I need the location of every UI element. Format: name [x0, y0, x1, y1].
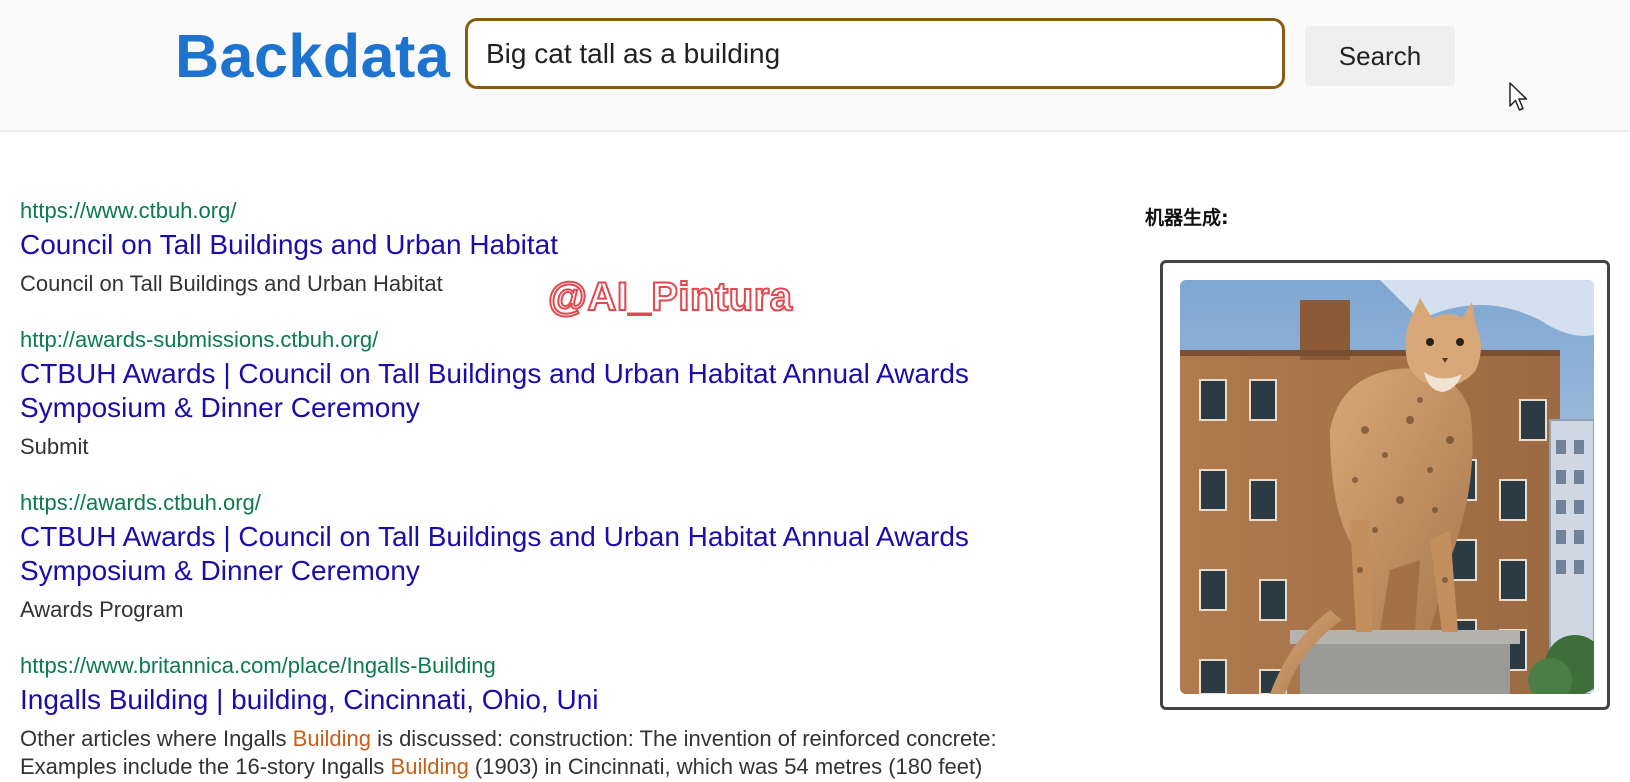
search-box[interactable] [465, 18, 1285, 89]
snippet-highlight: Building [292, 726, 371, 751]
result-title[interactable]: CTBUH Awards | Council on Tall Buildings… [20, 357, 1110, 425]
mouse-pointer-icon [1509, 82, 1528, 111]
search-input[interactable] [486, 21, 1266, 86]
result-url[interactable]: https://www.britannica.com/place/Ingalls… [20, 651, 1110, 681]
generated-image-panel [1160, 260, 1610, 710]
header-bar: Backdata Search [0, 0, 1630, 132]
snippet-text: is discussed: construction: The inventio… [370, 726, 997, 751]
watermark: @AI_Pintura [547, 274, 793, 320]
result-title-line: Symposium & Dinner Ceremony [20, 392, 420, 423]
result-item: https://www.britannica.com/place/Ingalls… [20, 651, 1110, 781]
snippet-text: (1903) in Cincinnati, which was 54 metre… [468, 754, 983, 779]
generated-cat-building-image[interactable] [1180, 280, 1594, 694]
result-title-line: CTBUH Awards | Council on Tall Buildings… [20, 521, 969, 552]
logo[interactable]: Backdata [175, 18, 450, 94]
result-title-line: CTBUH Awards | Council on Tall Buildings… [20, 358, 969, 389]
snippet-text: Examples include the 16-story Ingalls [20, 754, 391, 779]
result-title[interactable]: CTBUH Awards | Council on Tall Buildings… [20, 520, 1110, 588]
snippet-highlight: Building [390, 754, 469, 779]
result-url[interactable]: http://awards-submissions.ctbuh.org/ [20, 325, 1110, 355]
machine-generated-label: 机器生成: [1145, 207, 1229, 229]
result-url[interactable]: https://www.ctbuh.org/ [20, 196, 1110, 226]
result-title[interactable]: Ingalls Building | building, Cincinnati,… [20, 683, 1110, 717]
search-button[interactable]: Search [1305, 26, 1455, 86]
result-url[interactable]: https://awards.ctbuh.org/ [20, 488, 1110, 518]
result-item: https://awards.ctbuh.org/ CTBUH Awards |… [20, 488, 1110, 624]
result-snippet: Submit [20, 434, 89, 459]
result-title-line: Symposium & Dinner Ceremony [20, 555, 420, 586]
snippet-text: Other articles where Ingalls [20, 726, 293, 751]
result-snippet: Awards Program [20, 597, 184, 622]
result-snippet: Other articles where Ingalls Building is… [20, 725, 1110, 781]
result-title[interactable]: Council on Tall Buildings and Urban Habi… [20, 228, 1110, 262]
result-item: http://awards-submissions.ctbuh.org/ CTB… [20, 325, 1110, 461]
